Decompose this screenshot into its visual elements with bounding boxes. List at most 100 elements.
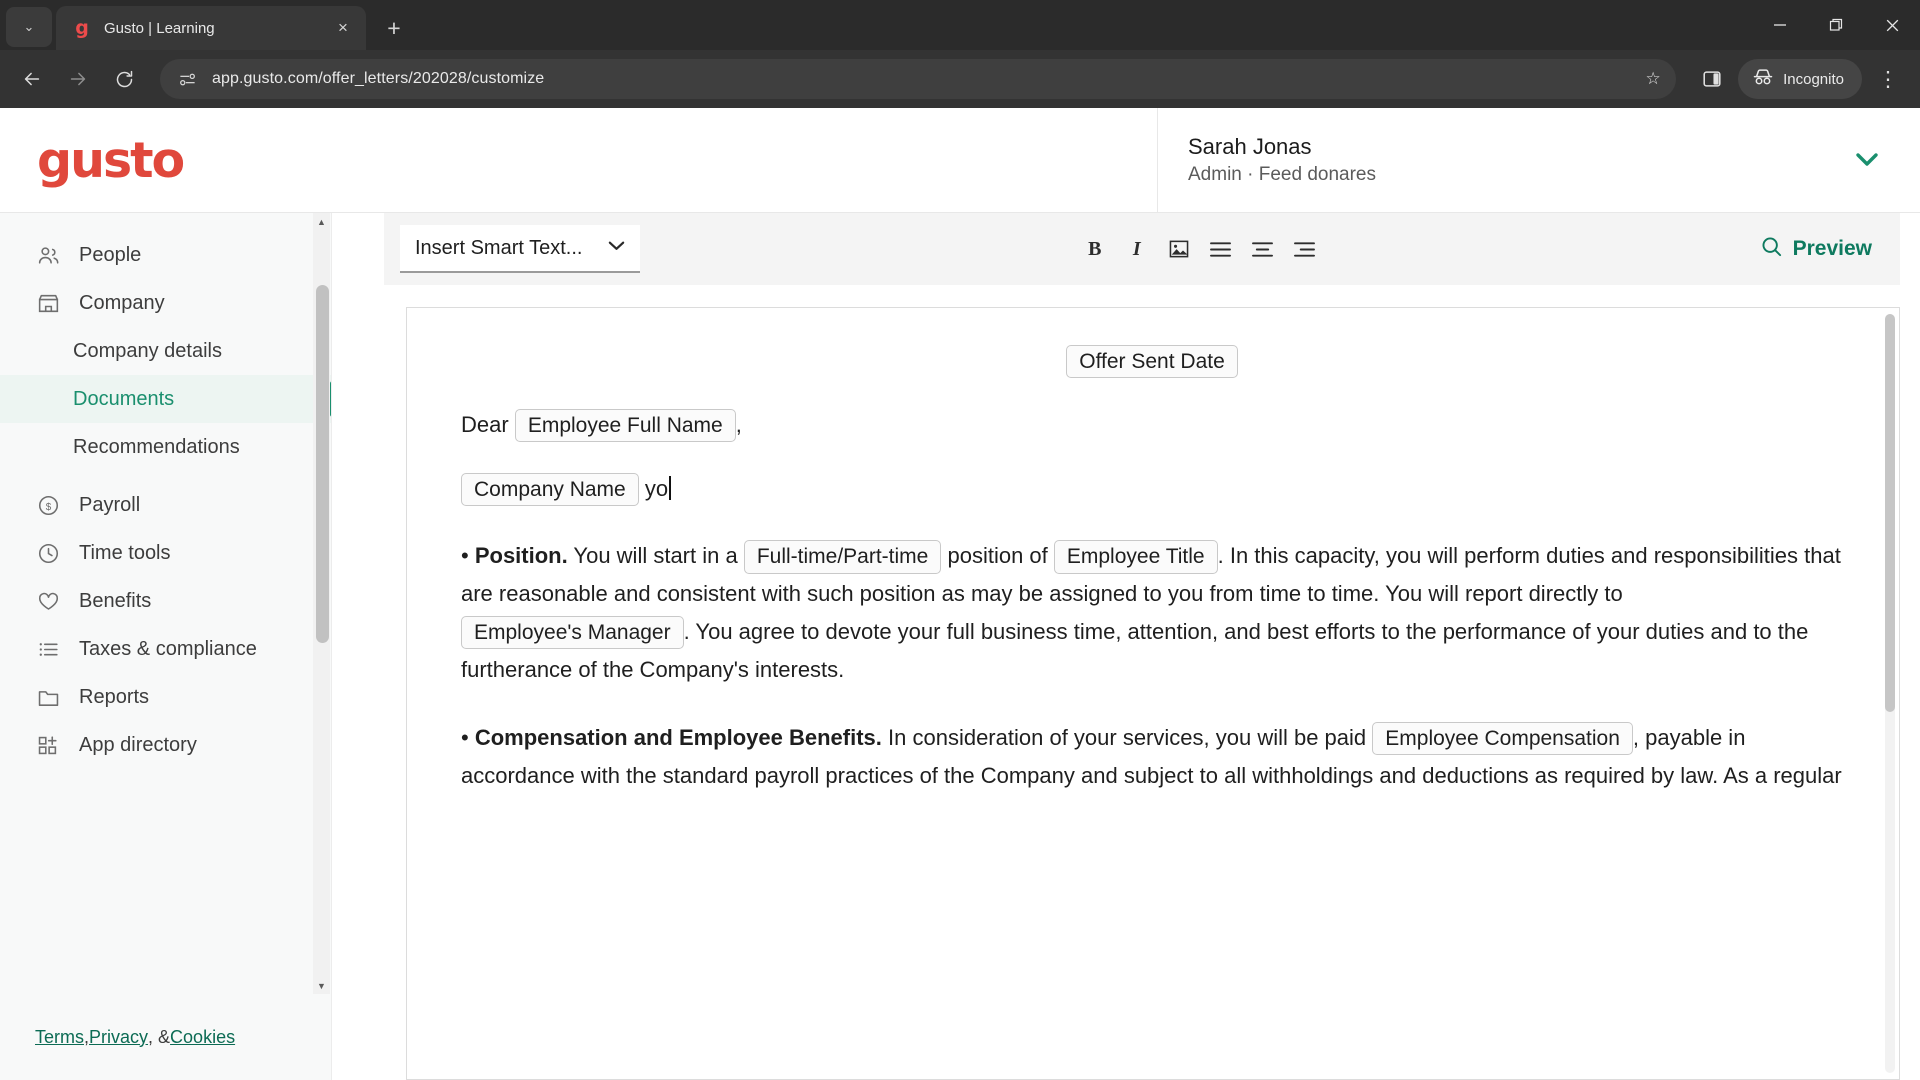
align-center-button[interactable] bbox=[1246, 232, 1280, 266]
browser-window: ⌄ g Gusto | Learning × + app.gusto.com/o… bbox=[0, 0, 1920, 1080]
sidebar: People Company Company details Documents… bbox=[0, 213, 332, 1080]
scroll-up-arrow-icon[interactable]: ▲ bbox=[313, 213, 330, 230]
privacy-link[interactable]: Privacy bbox=[89, 1027, 148, 1048]
url-text: app.gusto.com/offer_letters/202028/custo… bbox=[212, 70, 545, 87]
company-name-line: Company Name yo bbox=[461, 470, 1843, 508]
body-row: People Company Company details Documents… bbox=[0, 213, 1920, 1080]
bullet-marker: • bbox=[461, 543, 469, 569]
sidebar-item-label: Taxes & compliance bbox=[79, 637, 257, 660]
reload-button[interactable] bbox=[104, 59, 144, 99]
app-header: gusto Sarah Jonas Admin · Feed donares bbox=[0, 108, 1920, 213]
address-bar[interactable]: app.gusto.com/offer_letters/202028/custo… bbox=[160, 59, 1677, 99]
token-full-time-part-time[interactable]: Full-time/Part-time bbox=[743, 540, 942, 574]
sidebar-footer: Terms, Privacy, & Cookies bbox=[0, 994, 331, 1080]
terms-link[interactable]: Terms bbox=[35, 1027, 84, 1048]
sidebar-item-label: Reports bbox=[79, 685, 150, 708]
compensation-text-1: In consideration of your services, you w… bbox=[881, 724, 1373, 750]
chevron-down-icon: ⌄ bbox=[23, 19, 35, 34]
page-info-icon[interactable] bbox=[174, 66, 200, 92]
page-content: gusto Sarah Jonas Admin · Feed donares P… bbox=[0, 108, 1920, 1080]
compensation-heading: Compensation and Employee Benefits. bbox=[474, 724, 882, 750]
sidebar-item-label: Company bbox=[79, 291, 165, 314]
sidebar-item-label: Payroll bbox=[79, 493, 141, 516]
align-right-button[interactable] bbox=[1288, 232, 1322, 266]
sidebar-item-time-tools[interactable]: Time tools bbox=[0, 529, 331, 577]
text-cursor bbox=[669, 475, 672, 500]
sidebar-item-documents[interactable]: Documents bbox=[0, 375, 331, 423]
gusto-favicon-icon: g bbox=[75, 17, 89, 39]
sidebar-item-taxes-compliance[interactable]: Taxes & compliance bbox=[0, 625, 331, 673]
brand-zone: gusto bbox=[0, 108, 1157, 212]
align-left-button[interactable] bbox=[1204, 232, 1238, 266]
format-buttons: B I bbox=[1078, 232, 1322, 266]
sidebar-item-label: Documents bbox=[73, 387, 175, 410]
scroll-down-arrow-icon[interactable]: ▼ bbox=[313, 977, 330, 994]
sidebar-item-company[interactable]: Company bbox=[0, 279, 331, 327]
chevron-down-icon[interactable] bbox=[1852, 147, 1882, 173]
sidebar-item-recommendations[interactable]: Recommendations bbox=[0, 423, 331, 471]
position-text-2: position of bbox=[941, 543, 1054, 569]
sidebar-item-app-directory[interactable]: App directory bbox=[0, 721, 331, 769]
compensation-paragraph: • Compensation and Employee Benefits. In… bbox=[461, 719, 1843, 795]
svg-text:$: $ bbox=[45, 501, 51, 512]
sidebar-item-benefits[interactable]: Benefits bbox=[0, 577, 331, 625]
token-employees-manager[interactable]: Employee's Manager bbox=[461, 616, 684, 650]
sidebar-item-label: Company details bbox=[73, 339, 222, 362]
token-employee-compensation[interactable]: Employee Compensation bbox=[1372, 721, 1633, 756]
document-body[interactable]: Offer Sent Date Dear Employee Full Name,… bbox=[461, 342, 1843, 794]
sidebar-item-label: App directory bbox=[79, 733, 197, 756]
maximize-restore-button[interactable] bbox=[1808, 0, 1864, 50]
bookmark-star-icon[interactable]: ☆ bbox=[1638, 69, 1668, 89]
back-button[interactable] bbox=[12, 59, 52, 99]
people-icon bbox=[35, 242, 61, 268]
typed-text: yo bbox=[644, 475, 669, 501]
incognito-indicator[interactable]: Incognito bbox=[1738, 59, 1862, 99]
insert-image-button[interactable] bbox=[1162, 232, 1196, 266]
salutation-line: Dear Employee Full Name, bbox=[461, 406, 1843, 444]
token-employee-full-name[interactable]: Employee Full Name bbox=[514, 408, 736, 443]
insert-smart-text-select[interactable]: Insert Smart Text... bbox=[400, 225, 640, 273]
token-offer-sent-date[interactable]: Offer Sent Date bbox=[1066, 345, 1238, 379]
side-panel-icon[interactable] bbox=[1692, 59, 1732, 99]
bullet-marker: • bbox=[461, 724, 469, 750]
account-text: Sarah Jonas Admin · Feed donares bbox=[1188, 134, 1376, 186]
gusto-logo[interactable]: gusto bbox=[37, 132, 185, 189]
payroll-icon: $ bbox=[35, 492, 61, 518]
tab-strip: ⌄ g Gusto | Learning × + bbox=[0, 0, 1920, 50]
forward-button[interactable] bbox=[58, 59, 98, 99]
token-employee-title[interactable]: Employee Title bbox=[1053, 540, 1218, 574]
sidebar-item-reports[interactable]: Reports bbox=[0, 673, 331, 721]
offer-letter-document[interactable]: Offer Sent Date Dear Employee Full Name,… bbox=[406, 307, 1900, 1080]
nav-divider-space bbox=[0, 471, 331, 481]
heart-icon bbox=[35, 588, 61, 614]
sidebar-item-company-details[interactable]: Company details bbox=[0, 327, 331, 375]
folder-icon bbox=[35, 684, 61, 710]
document-scrollbar-thumb[interactable] bbox=[1885, 314, 1895, 712]
browser-menu-icon[interactable]: ⋮ bbox=[1868, 59, 1908, 99]
minimize-button[interactable] bbox=[1752, 0, 1808, 50]
sidebar-item-payroll[interactable]: $ Payroll bbox=[0, 481, 331, 529]
main-content: Insert Smart Text... B I Preview Offer S… bbox=[332, 213, 1920, 1080]
user-role: Admin · Feed donares bbox=[1188, 164, 1376, 185]
new-tab-button[interactable]: + bbox=[376, 10, 412, 46]
footer-sep-2: , & bbox=[148, 1026, 171, 1047]
cookies-link[interactable]: Cookies bbox=[170, 1027, 235, 1048]
close-window-button[interactable] bbox=[1864, 0, 1920, 50]
sidebar-item-people[interactable]: People bbox=[0, 231, 331, 279]
browser-tab[interactable]: g Gusto | Learning × bbox=[56, 6, 366, 50]
preview-button[interactable]: Preview bbox=[1760, 235, 1872, 264]
editor-toolbar: Insert Smart Text... B I Preview bbox=[384, 213, 1900, 285]
incognito-label: Incognito bbox=[1783, 70, 1844, 88]
account-menu[interactable]: Sarah Jonas Admin · Feed donares bbox=[1157, 108, 1920, 212]
sidebar-item-label: People bbox=[79, 243, 142, 266]
token-company-name[interactable]: Company Name bbox=[461, 472, 639, 506]
close-tab-icon[interactable]: × bbox=[330, 15, 356, 41]
sidebar-item-label: Recommendations bbox=[73, 435, 240, 458]
italic-button[interactable]: I bbox=[1120, 232, 1154, 266]
bold-button[interactable]: B bbox=[1078, 232, 1112, 266]
sidebar-scrollbar-thumb[interactable] bbox=[316, 285, 329, 643]
tab-search-button[interactable]: ⌄ bbox=[6, 7, 52, 47]
offer-sent-date-line: Offer Sent Date bbox=[461, 342, 1843, 380]
position-paragraph: • Position. You will start in a Full-tim… bbox=[461, 537, 1843, 688]
window-controls bbox=[1752, 0, 1920, 50]
